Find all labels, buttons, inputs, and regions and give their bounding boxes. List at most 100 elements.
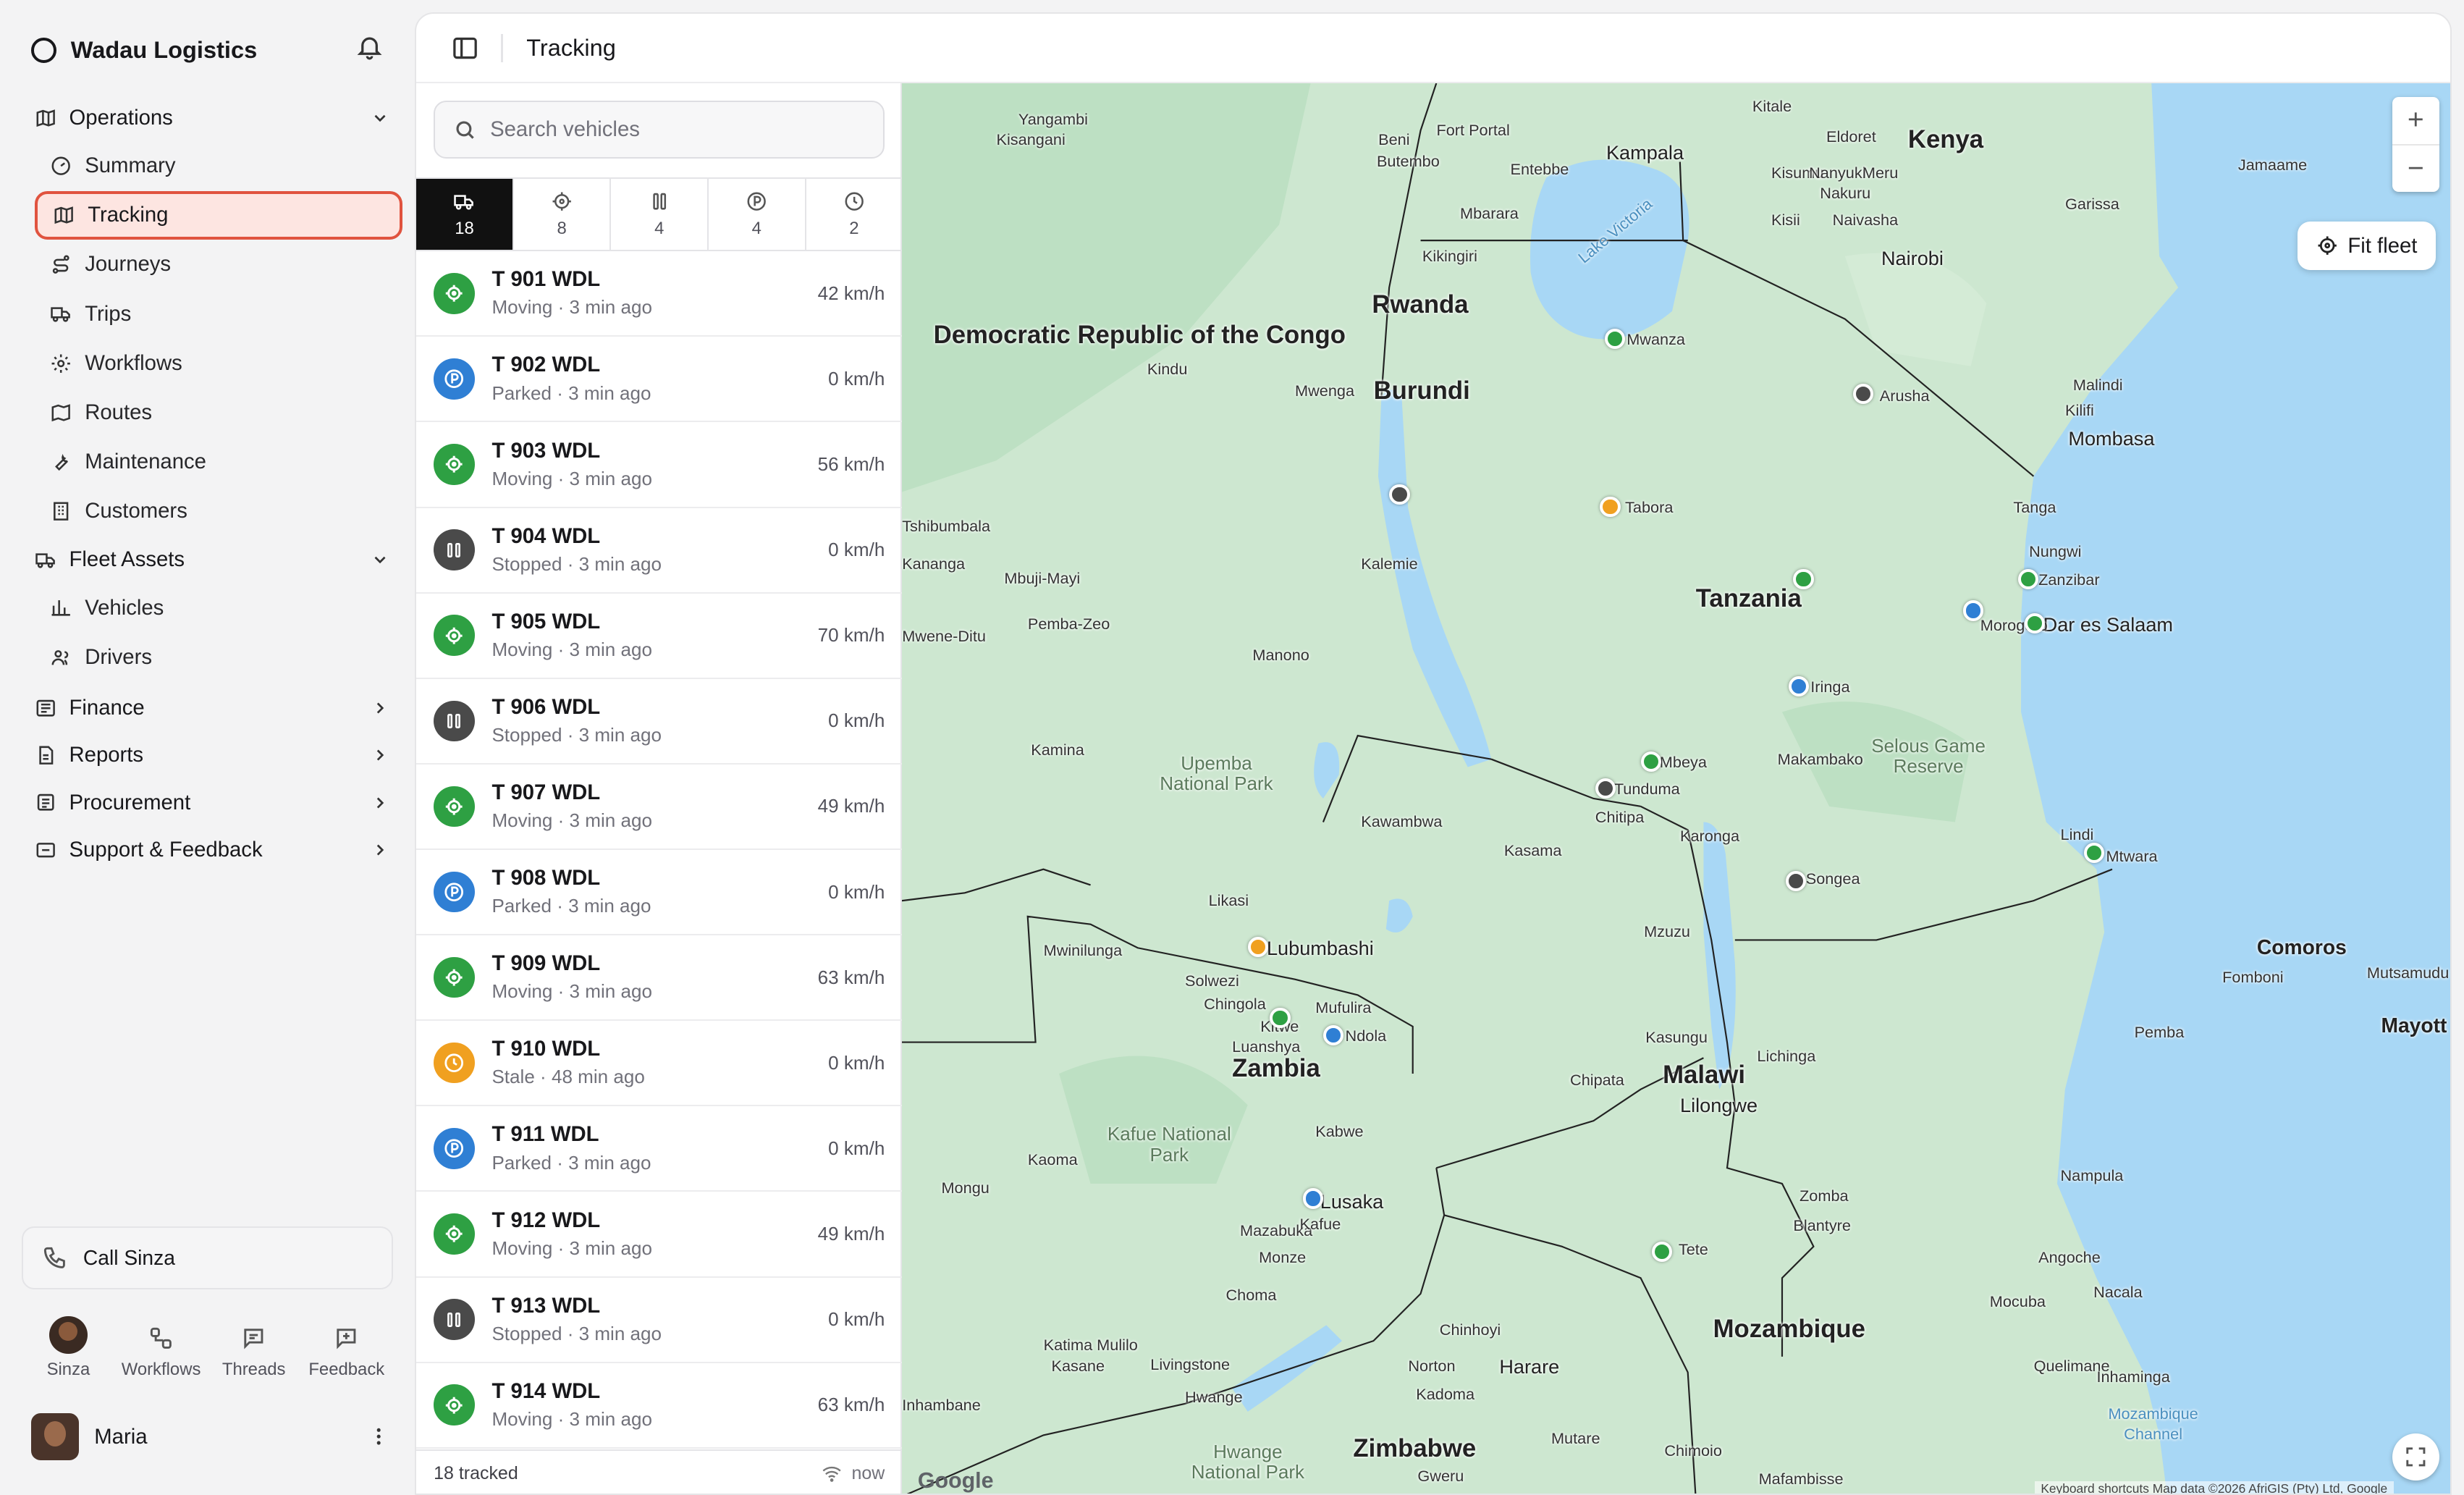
vehicle-plate: T 914 WDL	[491, 1378, 601, 1403]
vehicle-row[interactable]: T 905 WDL Moving · 3 min ago 70 km/h	[416, 594, 903, 679]
sidebar-item-routes[interactable]: Routes	[35, 388, 402, 437]
vehicle-speed: 0 km/h	[828, 880, 885, 903]
sidebar-item-workflows[interactable]: Workflows	[35, 339, 402, 387]
search-box[interactable]	[434, 100, 885, 159]
vehicle-marker[interactable]	[2024, 612, 2045, 633]
vehicle-marker[interactable]	[1785, 870, 1806, 891]
sidebar-item-label: Journeys	[85, 252, 172, 277]
vehicle-row[interactable]: T 907 WDL Moving · 3 min ago 49 km/h	[416, 765, 903, 850]
map-icon	[54, 206, 74, 224]
map-label-town: Livingstone	[1150, 1355, 1231, 1373]
tab-feedback[interactable]: Feedback	[300, 1311, 393, 1381]
vehicle-row[interactable]: T 901 WDL Moving · 3 min ago 42 km/h	[416, 251, 903, 337]
filter-tab-parking[interactable]: 4	[709, 179, 806, 250]
sidebar-item-maintenance[interactable]: Maintenance	[35, 437, 402, 486]
chart-icon	[51, 600, 71, 616]
vehicle-status: Parked · 3 min ago	[491, 1151, 651, 1174]
vehicle-marker[interactable]	[1962, 600, 1984, 621]
nav-group-fleet-assets[interactable]: Fleet Assets	[22, 536, 402, 584]
header: Tracking	[416, 14, 2451, 83]
more-vertical-icon[interactable]	[368, 1425, 389, 1447]
vehicle-marker[interactable]	[1302, 1188, 1324, 1209]
vehicle-speed: 49 km/h	[817, 1222, 885, 1245]
vehicle-marker[interactable]	[1793, 568, 1814, 590]
tab-label: Feedback	[308, 1360, 385, 1380]
chevron-right-icon	[377, 702, 384, 714]
fleet-map[interactable]: Democratic Republic of the Congo Kenya R…	[902, 83, 2451, 1494]
sidebar-item-customers[interactable]: Customers	[35, 487, 402, 536]
filter-tab-pause[interactable]: 4	[611, 179, 709, 250]
map-label-town: Garissa	[2065, 195, 2119, 214]
tab-threads[interactable]: Threads	[208, 1311, 300, 1381]
vehicle-marker[interactable]	[1600, 496, 1621, 518]
nav-group-label: Finance	[69, 696, 145, 720]
map-attribution[interactable]: Keyboard shortcuts Map data ©2026 AfriGI…	[2034, 1481, 2394, 1494]
nav-group-finance[interactable]: Finance	[22, 685, 402, 732]
vehicle-marker[interactable]	[1323, 1024, 1344, 1045]
vehicle-marker[interactable]	[1595, 778, 1616, 799]
vehicle-marker[interactable]	[1852, 383, 1874, 404]
zoom-out-button[interactable]: −	[2392, 146, 2439, 192]
vehicle-marker[interactable]	[1788, 675, 1810, 696]
vehicle-row[interactable]: T 909 WDL Moving · 3 min ago 63 km/h	[416, 935, 903, 1022]
vehicle-row[interactable]: T 906 WDL Stopped · 3 min ago 0 km/h	[416, 679, 903, 765]
vehicle-row[interactable]: T 903 WDL Moving · 3 min ago 56 km/h	[416, 422, 903, 508]
tab-sinza[interactable]: Sinza	[22, 1311, 114, 1381]
vehicle-marker[interactable]	[2084, 842, 2105, 863]
tab-workflows[interactable]: Workflows	[115, 1311, 208, 1381]
map-label-country: Comoros	[2256, 935, 2347, 959]
sidebar-item-summary[interactable]: Summary	[35, 141, 402, 190]
vehicle-marker[interactable]	[1640, 751, 1661, 772]
vehicle-row[interactable]: T 914 WDL Moving · 3 min ago 63 km/h	[416, 1363, 903, 1449]
map-label-park: Hwange National Park	[1191, 1440, 1305, 1483]
vehicle-row[interactable]: T 910 WDL Stale · 48 min ago 0 km/h	[416, 1021, 903, 1107]
search-input[interactable]	[490, 117, 868, 142]
sidebar-item-tracking[interactable]: Tracking	[34, 190, 402, 240]
vehicle-row[interactable]: T 902 WDL Parked · 3 min ago 0 km/h	[416, 337, 903, 423]
vehicle-marker[interactable]	[1604, 328, 1626, 349]
vehicle-status: Stopped · 3 min ago	[491, 1322, 662, 1344]
map-label-country: Malawi	[1663, 1061, 1746, 1089]
map-label-city: Songea	[1805, 869, 1860, 888]
filter-tab-moving[interactable]: 8	[514, 179, 612, 250]
nav-group-support[interactable]: Support & Feedback	[22, 826, 402, 873]
vehicle-row[interactable]: T 908 WDL Parked · 3 min ago 0 km/h	[416, 850, 903, 936]
sidebar-item-trips[interactable]: Trips	[35, 290, 402, 338]
sidebar-item-journeys[interactable]: Journeys	[35, 240, 402, 289]
map-label-town: Mocuba	[1989, 1292, 2046, 1310]
user-menu[interactable]: Maria	[31, 1412, 389, 1462]
vehicle-status: Moving · 3 min ago	[491, 1407, 652, 1430]
filter-tab-clock[interactable]: 2	[806, 179, 903, 250]
filter-tab-truck[interactable]: 18	[416, 179, 514, 250]
nav-group-operations[interactable]: Operations	[22, 94, 402, 141]
moving-icon	[434, 786, 475, 827]
map-label-town: Mutare	[1550, 1428, 1600, 1447]
vehicle-marker[interactable]	[1270, 1007, 1291, 1028]
vehicle-row[interactable]: T 904 WDL Stopped · 3 min ago 0 km/h	[416, 508, 903, 594]
vehicle-row[interactable]: T 911 WDL Parked · 3 min ago 0 km/h	[416, 1106, 903, 1192]
map-label-town: Kadoma	[1416, 1384, 1475, 1403]
filter-count: 18	[455, 218, 474, 238]
bell-icon[interactable]	[355, 33, 384, 67]
vehicle-row[interactable]: T 913 WDL Stopped · 3 min ago 0 km/h	[416, 1278, 903, 1363]
vehicle-marker[interactable]	[2017, 568, 2039, 590]
zoom-in-button[interactable]: +	[2392, 97, 2439, 146]
parking-icon	[747, 192, 766, 211]
sidebar-toggle-icon[interactable]	[451, 34, 479, 62]
map-label-town: Yangambi	[1018, 109, 1088, 128]
map-label-town: Mutsamudu	[2366, 963, 2450, 982]
map-label-country: Mozambique	[1713, 1315, 1865, 1344]
map-label-town: Mwene-Ditu	[902, 627, 986, 646]
vehicle-row[interactable]: T 912 WDL Moving · 3 min ago 49 km/h	[416, 1192, 903, 1278]
vehicle-info: T 911 WDL Parked · 3 min ago	[491, 1121, 828, 1175]
sidebar-item-drivers[interactable]: Drivers	[35, 633, 402, 681]
vehicle-plate: T 906 WDL	[491, 694, 601, 719]
nav-group-procurement[interactable]: Procurement	[22, 779, 402, 826]
sidebar-item-label: Summary	[85, 153, 176, 178]
fit-fleet-button[interactable]: Fit fleet	[2297, 221, 2436, 271]
vehicle-marker[interactable]	[1389, 484, 1410, 505]
fullscreen-button[interactable]	[2392, 1433, 2439, 1481]
sidebar-item-vehicles[interactable]: Vehicles	[35, 584, 402, 632]
call-button[interactable]: Call Sinza	[22, 1226, 393, 1289]
nav-group-reports[interactable]: Reports	[22, 732, 402, 779]
